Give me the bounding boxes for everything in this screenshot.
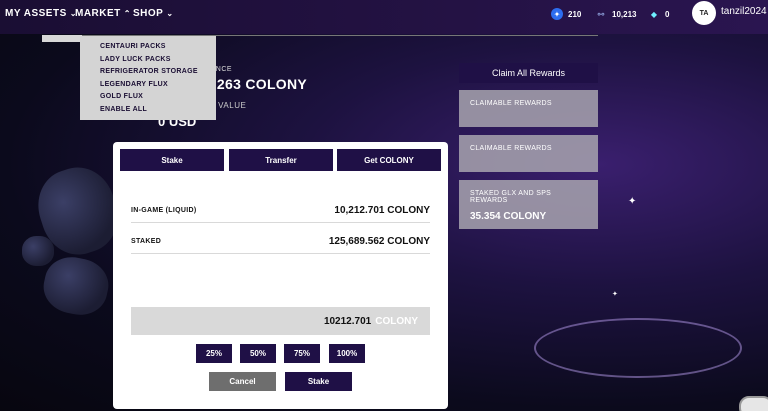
nav-market[interactable]: MARKET ⌃ [75, 8, 131, 19]
top-navigation-bar: MY ASSETS ⌄ MARKET ⌃ SHOP ⌄ ✦ 210 ⚯ 10,2… [0, 0, 768, 34]
chevron-down-icon: ⌄ [166, 9, 174, 18]
sub-tab-indicator [42, 35, 82, 42]
market-dropdown-menu: CENTAURI PACKS LADY LUCK PACKS REFRIGERA… [80, 36, 216, 120]
row-value: 125,689.562 COLONY [328, 235, 430, 247]
stat-gems[interactable]: ◆ 0 [648, 8, 670, 20]
stake-amount-input[interactable]: 10212.701 COLONY [131, 307, 430, 335]
stat-gems-value: 0 [665, 9, 670, 19]
gem-icon: ◆ [650, 9, 658, 19]
stat-flux[interactable]: ⚯ 10,213 [595, 8, 637, 20]
cancel-button[interactable]: Cancel [209, 372, 276, 391]
asteroid-decoration [38, 251, 114, 321]
flux-icon: ⚯ [597, 9, 605, 19]
dropdown-item-centauri-packs[interactable]: CENTAURI PACKS [80, 41, 216, 54]
row-label: IN-GAME (LIQUID) [131, 206, 197, 214]
stake-modal: Stake Transfer Get COLONY IN-GAME (LIQUI… [113, 142, 448, 409]
dropdown-item-refrigerator-storage[interactable]: REFRIGERATOR STORAGE [80, 66, 216, 79]
dropdown-item-gold-flux[interactable]: GOLD FLUX [80, 91, 216, 104]
star-decoration: ✦ [612, 291, 618, 298]
reward-card-title: CLAIMABLE REWARDS [470, 100, 552, 107]
amount-value: 10212.701 [323, 315, 372, 327]
dropdown-item-enable-all[interactable]: ENABLE ALL [80, 104, 216, 117]
percent-75-button[interactable]: 75% [284, 344, 320, 363]
row-label: STAKED [131, 237, 162, 245]
chevron-up-icon: ⌃ [123, 9, 131, 18]
stat-credits[interactable]: ✦ 210 [551, 8, 581, 20]
staked-rewards-value: 35.354 COLONY [470, 211, 547, 222]
percent-100-button[interactable]: 100% [329, 344, 365, 363]
planet-ring-decoration [534, 318, 742, 378]
claimable-rewards-card: CLAIMABLE REWARDS [459, 90, 598, 127]
amount-unit: COLONY [375, 315, 418, 327]
nav-shop[interactable]: SHOP ⌄ [133, 8, 174, 19]
stake-button[interactable]: Stake [285, 372, 352, 391]
nav-market-label: MARKET [75, 8, 121, 19]
nav-my-assets-label: MY ASSETS [5, 8, 67, 19]
reward-card-title: CLAIMABLE REWARDS [470, 145, 552, 152]
percent-25-button[interactable]: 25% [196, 344, 232, 363]
credits-icon: ✦ [551, 8, 563, 20]
chat-widget-icon[interactable] [739, 396, 768, 411]
username[interactable]: tanzil2024 [721, 6, 767, 17]
row-value: 10,212.701 COLONY [334, 204, 430, 216]
claim-all-rewards-button[interactable]: Claim All Rewards [459, 63, 598, 83]
staked-rewards-card: STAKED GLX AND SPS REWARDS 35.354 COLONY [459, 180, 598, 229]
claimable-rewards-card: CLAIMABLE REWARDS [459, 135, 598, 172]
nav-my-assets[interactable]: MY ASSETS ⌄ [5, 8, 77, 19]
staked-balance-row: STAKED 125,689.562 COLONY [131, 229, 430, 254]
asteroid-decoration [22, 236, 54, 266]
liquid-balance-row: IN-GAME (LIQUID) 10,212.701 COLONY [131, 198, 430, 223]
reward-card-title: STAKED GLX AND SPS REWARDS [470, 190, 552, 204]
avatar[interactable]: TA [692, 1, 716, 25]
star-decoration: ✦ [628, 196, 637, 207]
percent-50-button[interactable]: 50% [240, 344, 276, 363]
dropdown-item-lady-luck-packs[interactable]: LADY LUCK PACKS [80, 54, 216, 67]
nav-shop-label: SHOP [133, 8, 164, 19]
tab-stake[interactable]: Stake [120, 149, 224, 171]
dropdown-item-legendary-flux[interactable]: LEGENDARY FLUX [80, 79, 216, 92]
stat-flux-value: 10,213 [612, 9, 637, 19]
stat-credits-value: 210 [568, 9, 582, 19]
tab-get-colony[interactable]: Get COLONY [337, 149, 441, 171]
tab-transfer[interactable]: Transfer [229, 149, 333, 171]
